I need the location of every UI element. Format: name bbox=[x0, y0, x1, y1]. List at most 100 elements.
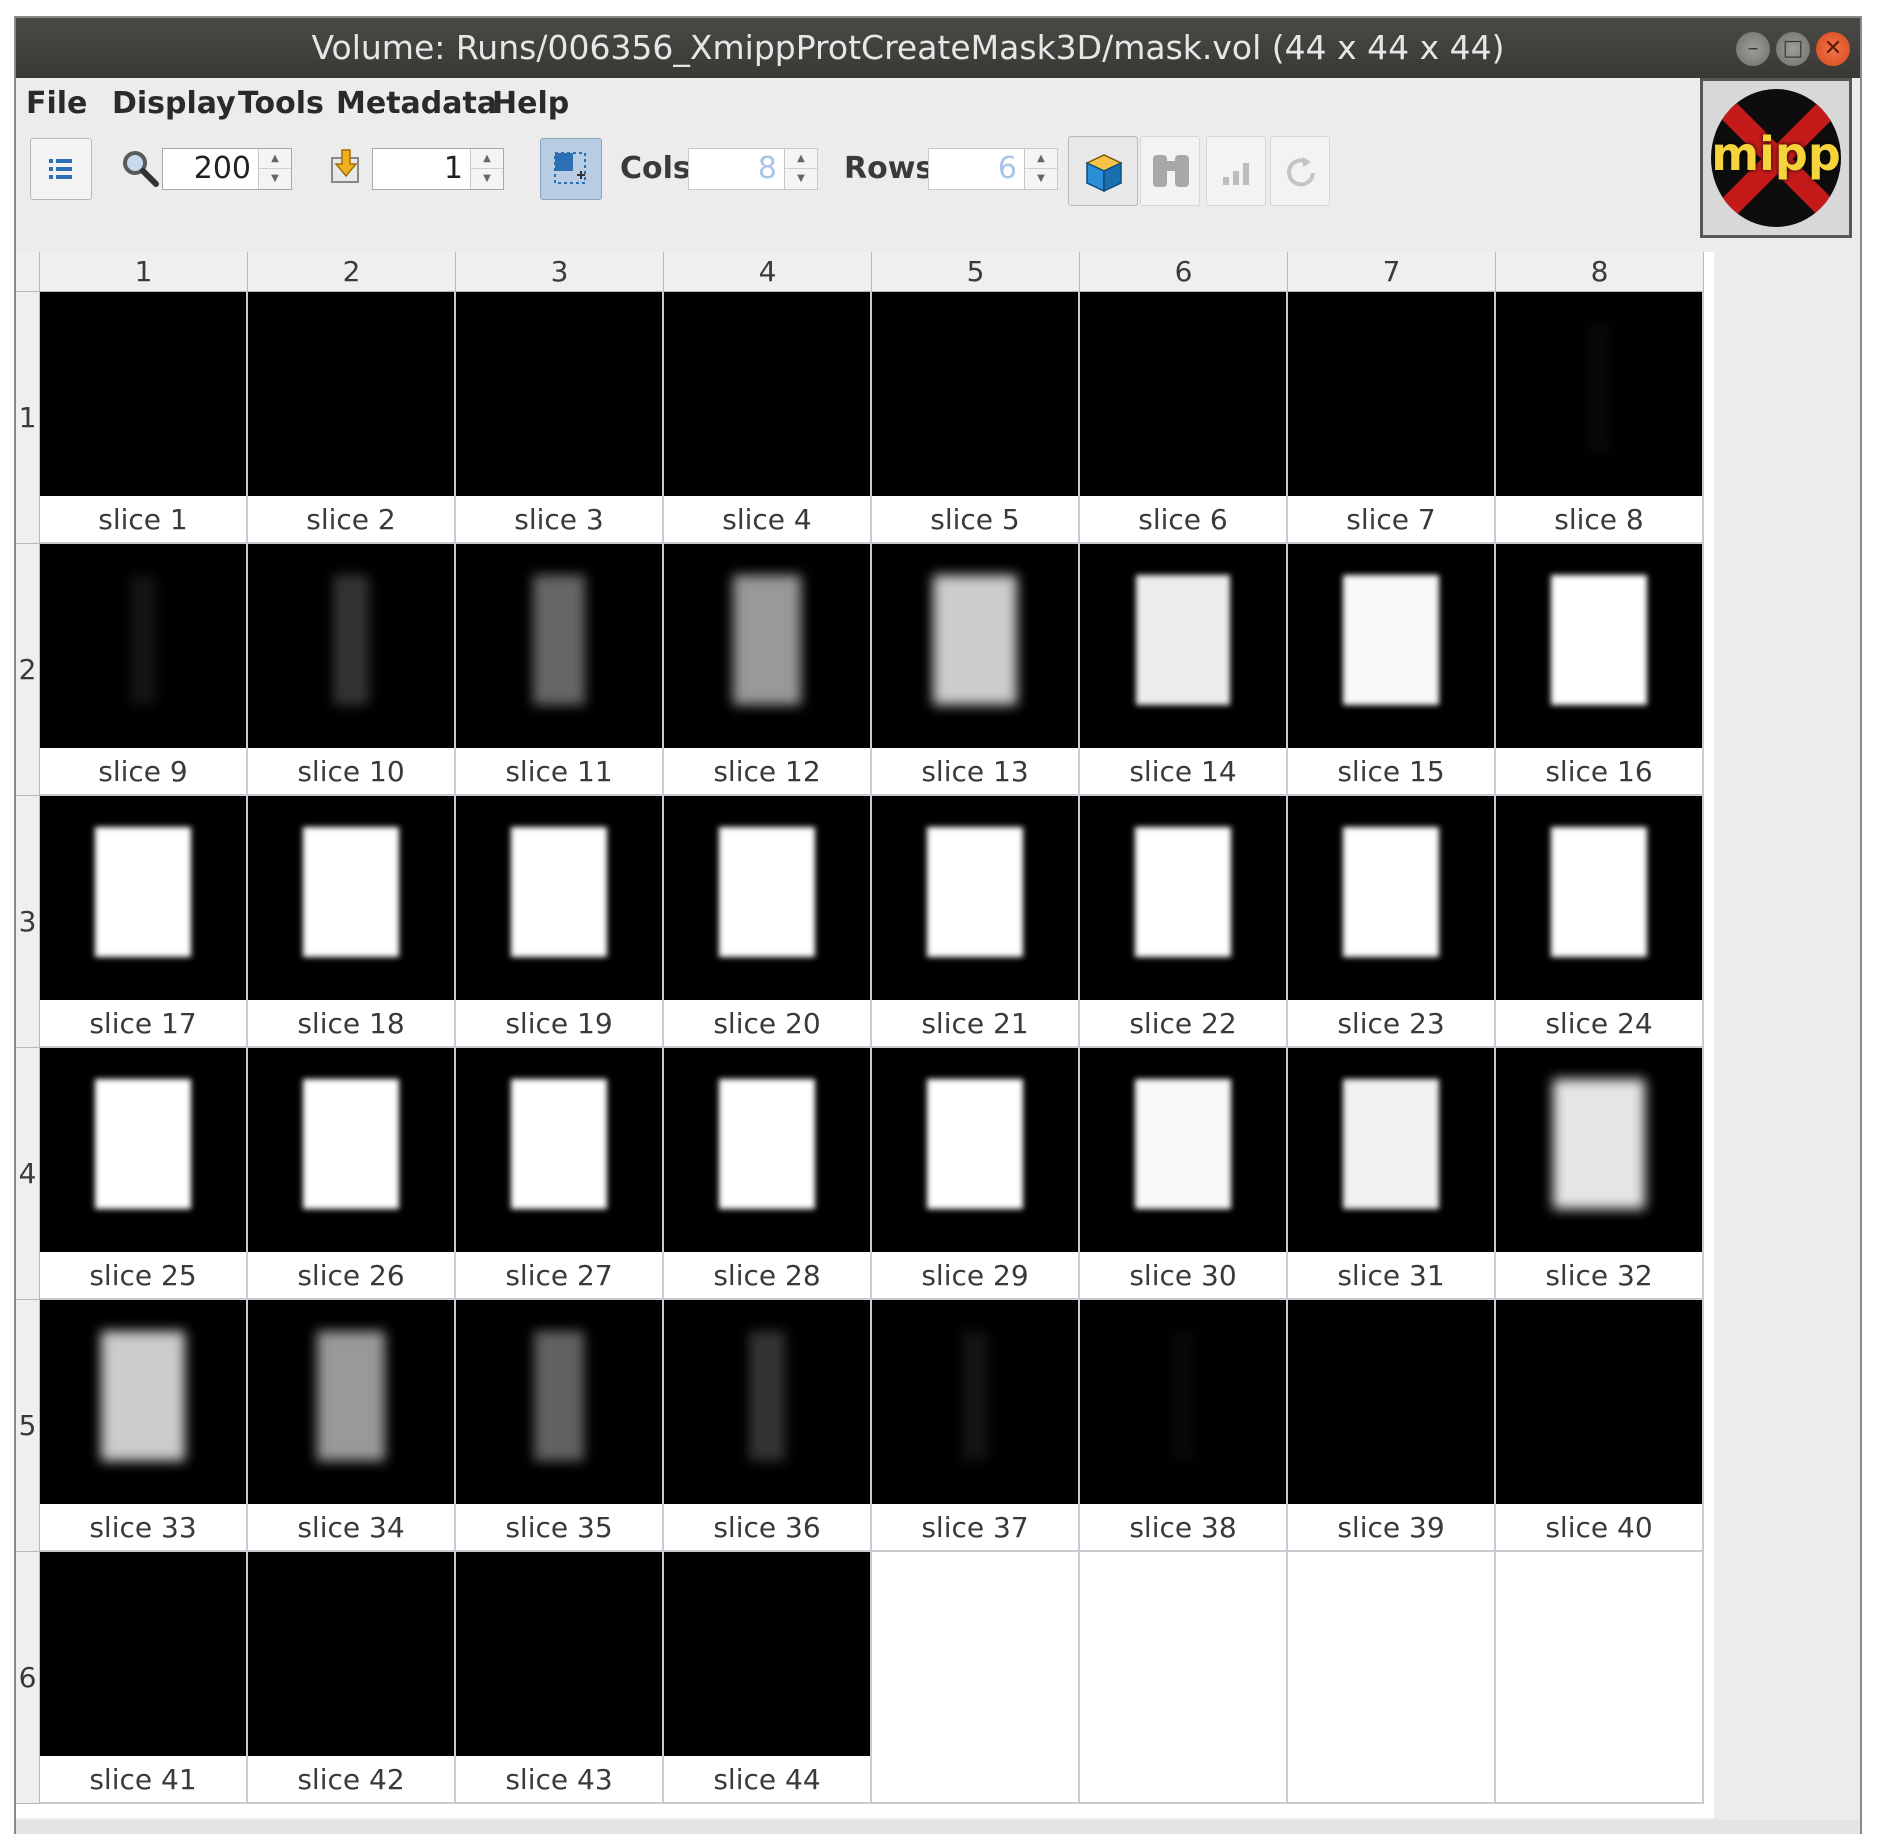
goto-value[interactable]: 1 bbox=[373, 149, 469, 189]
slice-cell[interactable]: slice 9 bbox=[40, 544, 248, 796]
slice-cell[interactable]: slice 35 bbox=[456, 1300, 664, 1552]
column-header-2[interactable]: 2 bbox=[248, 252, 456, 292]
slice-cell[interactable]: slice 5 bbox=[872, 292, 1080, 544]
slice-cell[interactable]: slice 17 bbox=[40, 796, 248, 1048]
slice-cell[interactable]: slice 31 bbox=[1288, 1048, 1496, 1300]
slice-cell[interactable]: slice 28 bbox=[664, 1048, 872, 1300]
column-header-4[interactable]: 4 bbox=[664, 252, 872, 292]
column-header-7[interactable]: 7 bbox=[1288, 252, 1496, 292]
slice-cell[interactable]: slice 24 bbox=[1496, 796, 1704, 1048]
column-header-6[interactable]: 6 bbox=[1080, 252, 1288, 292]
slice-cell[interactable]: slice 23 bbox=[1288, 796, 1496, 1048]
slice-cell[interactable]: slice 40 bbox=[1496, 1300, 1704, 1552]
mask-region bbox=[1343, 827, 1439, 957]
find-button[interactable] bbox=[1140, 136, 1200, 206]
slice-cell[interactable]: slice 32 bbox=[1496, 1048, 1704, 1300]
close-button[interactable]: ✕ bbox=[1816, 32, 1850, 66]
zoom-spinner[interactable]: 200 ▲ ▼ bbox=[162, 148, 292, 190]
mask-region bbox=[1343, 575, 1439, 705]
slice-cell[interactable]: slice 37 bbox=[872, 1300, 1080, 1552]
slice-cell[interactable]: slice 11 bbox=[456, 544, 664, 796]
volume-3d-button[interactable] bbox=[1068, 136, 1138, 206]
menu-tools[interactable]: Tools bbox=[238, 78, 324, 130]
slice-cell[interactable]: slice 2 bbox=[248, 292, 456, 544]
slice-cell[interactable]: slice 41 bbox=[40, 1552, 248, 1804]
menu-display[interactable]: Display bbox=[112, 78, 236, 130]
slice-cell[interactable]: slice 1 bbox=[40, 292, 248, 544]
column-header-5[interactable]: 5 bbox=[872, 252, 1080, 292]
slice-cell[interactable]: slice 15 bbox=[1288, 544, 1496, 796]
cols-spinner[interactable]: 8 ▲ ▼ bbox=[688, 148, 818, 190]
row-header-4[interactable]: 4 bbox=[16, 1048, 40, 1300]
slice-cell[interactable]: slice 33 bbox=[40, 1300, 248, 1552]
slice-cell[interactable]: slice 30 bbox=[1080, 1048, 1288, 1300]
goto-spinner-arrows[interactable]: ▲ ▼ bbox=[470, 149, 503, 189]
slice-cell[interactable]: slice 14 bbox=[1080, 544, 1288, 796]
slice-cell[interactable]: slice 27 bbox=[456, 1048, 664, 1300]
mask-region bbox=[1172, 1331, 1194, 1461]
normalize-button[interactable] bbox=[540, 138, 602, 200]
row-header-6[interactable]: 6 bbox=[16, 1552, 40, 1804]
row-header-5[interactable]: 5 bbox=[16, 1300, 40, 1552]
column-header-1[interactable]: 1 bbox=[40, 252, 248, 292]
minimize-button[interactable]: – bbox=[1736, 32, 1770, 66]
rows-value[interactable]: 6 bbox=[929, 149, 1023, 189]
slice-cell[interactable]: slice 19 bbox=[456, 796, 664, 1048]
mask-region bbox=[961, 1331, 989, 1461]
slice-cell[interactable]: slice 42 bbox=[248, 1552, 456, 1804]
slice-cell[interactable]: slice 21 bbox=[872, 796, 1080, 1048]
cols-value[interactable]: 8 bbox=[689, 149, 783, 189]
mask-region bbox=[129, 575, 157, 705]
menu-file[interactable]: File bbox=[26, 78, 87, 130]
goto-spinner[interactable]: 1 ▲ ▼ bbox=[372, 148, 504, 190]
slice-cell[interactable]: slice 44 bbox=[664, 1552, 872, 1804]
mask-region bbox=[1135, 827, 1231, 957]
mask-region bbox=[927, 827, 1023, 957]
row-header-3[interactable]: 3 bbox=[16, 796, 40, 1048]
slice-cell[interactable]: slice 13 bbox=[872, 544, 1080, 796]
reload-button[interactable] bbox=[1270, 136, 1330, 206]
slice-cell[interactable]: slice 18 bbox=[248, 796, 456, 1048]
row-header-1[interactable]: 1 bbox=[16, 292, 40, 544]
cols-spinner-arrows[interactable]: ▲ ▼ bbox=[784, 149, 817, 189]
logo-emblem: mipp bbox=[1711, 89, 1841, 227]
horizontal-scrollbar[interactable] bbox=[16, 1820, 1860, 1834]
slice-cell[interactable]: slice 6 bbox=[1080, 292, 1288, 544]
slice-thumbnail bbox=[40, 1552, 246, 1756]
slice-thumbnail bbox=[456, 796, 662, 1000]
row-header-2[interactable]: 2 bbox=[16, 544, 40, 796]
slice-thumbnail bbox=[248, 1300, 454, 1504]
chart-button[interactable] bbox=[1206, 136, 1266, 206]
slice-cell[interactable]: slice 7 bbox=[1288, 292, 1496, 544]
slice-cell[interactable]: slice 36 bbox=[664, 1300, 872, 1552]
rows-spinner-arrows[interactable]: ▲ ▼ bbox=[1024, 149, 1057, 189]
zoom-value[interactable]: 200 bbox=[163, 149, 257, 189]
slice-cell[interactable]: slice 34 bbox=[248, 1300, 456, 1552]
slice-cell[interactable]: slice 20 bbox=[664, 796, 872, 1048]
slice-cell[interactable]: slice 25 bbox=[40, 1048, 248, 1300]
slice-cell[interactable]: slice 8 bbox=[1496, 292, 1704, 544]
slice-cell[interactable]: slice 12 bbox=[664, 544, 872, 796]
maximize-button[interactable]: □ bbox=[1776, 32, 1810, 66]
slice-label: slice 4 bbox=[722, 503, 812, 536]
slice-thumbnail bbox=[1288, 292, 1494, 496]
menu-help[interactable]: Help bbox=[492, 78, 569, 130]
slice-label: slice 26 bbox=[297, 1259, 405, 1292]
slice-cell[interactable]: slice 29 bbox=[872, 1048, 1080, 1300]
zoom-spinner-arrows[interactable]: ▲ ▼ bbox=[258, 149, 291, 189]
rows-spinner[interactable]: 6 ▲ ▼ bbox=[928, 148, 1058, 190]
column-header-3[interactable]: 3 bbox=[456, 252, 664, 292]
slice-cell[interactable]: slice 43 bbox=[456, 1552, 664, 1804]
title-bar[interactable]: Volume: Runs/006356_XmippProtCreateMask3… bbox=[16, 18, 1860, 78]
table-view-button[interactable] bbox=[30, 138, 92, 200]
slice-cell[interactable]: slice 26 bbox=[248, 1048, 456, 1300]
slice-cell[interactable]: slice 4 bbox=[664, 292, 872, 544]
slice-cell[interactable]: slice 10 bbox=[248, 544, 456, 796]
slice-cell[interactable]: slice 39 bbox=[1288, 1300, 1496, 1552]
column-header-8[interactable]: 8 bbox=[1496, 252, 1704, 292]
slice-cell[interactable]: slice 16 bbox=[1496, 544, 1704, 796]
slice-cell[interactable]: slice 38 bbox=[1080, 1300, 1288, 1552]
slice-cell[interactable]: slice 3 bbox=[456, 292, 664, 544]
slice-cell[interactable]: slice 22 bbox=[1080, 796, 1288, 1048]
menu-metadata[interactable]: Metadata bbox=[336, 78, 497, 130]
